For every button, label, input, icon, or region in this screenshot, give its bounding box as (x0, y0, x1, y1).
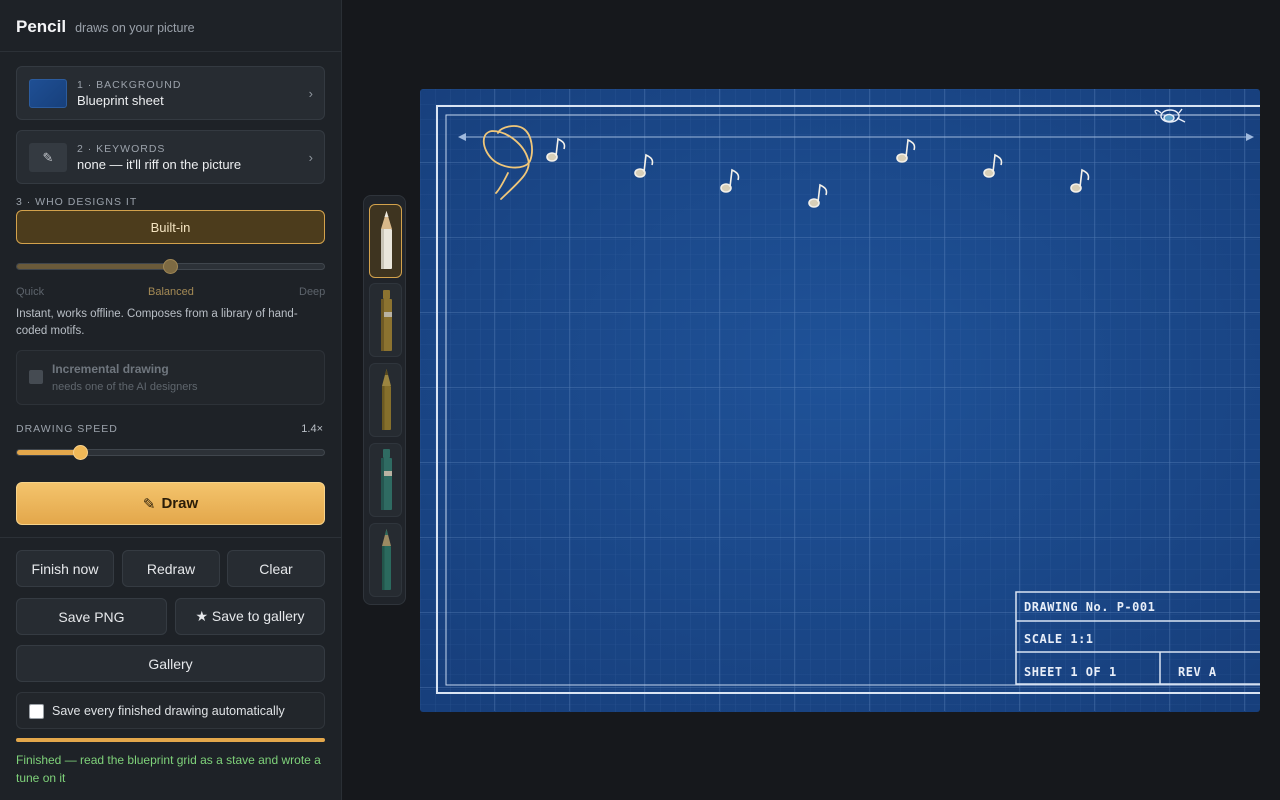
background-card[interactable]: 1 · BACKGROUND Blueprint sheet › (16, 66, 325, 120)
blueprint-thumbnail (29, 79, 67, 108)
scale-balanced-label: Balanced (148, 286, 194, 298)
save-to-gallery-button[interactable]: ★ Save to gallery (175, 598, 325, 635)
chevron-right-icon: › (308, 150, 313, 165)
speed-value: 1.4× (301, 423, 323, 435)
divider (0, 537, 341, 538)
title-block-drawing-no: DRAWING No. P-001 (1024, 600, 1155, 614)
sidebar: Pencil draws on your picture 1 · BACKGRO… (0, 0, 342, 800)
app-tagline: draws on your picture (75, 21, 195, 35)
speed-slider-fill (17, 450, 82, 455)
speed-slider-thumb[interactable] (73, 445, 89, 460)
pencil-icon: ✎ (29, 143, 67, 172)
depth-slider-thumb[interactable] (162, 259, 178, 274)
white-pencil-icon (381, 211, 392, 269)
gallery-button[interactable]: Gallery (16, 645, 325, 682)
chevron-right-icon: › (308, 86, 313, 101)
blueprint-sheet: DRAWING No. P-001 SCALE 1:1 SHEET 1 OF 1… (420, 89, 1260, 712)
keywords-value: none — it'll riff on the picture (77, 157, 242, 172)
app-name: Pencil (16, 17, 67, 36)
autosave-checkbox[interactable] (29, 704, 44, 719)
draw-button[interactable]: ✎ Draw (16, 482, 325, 525)
designer-section-label: 3 · WHO DESIGNS IT (16, 196, 138, 208)
divider (0, 51, 341, 52)
save-png-button[interactable]: Save PNG (16, 598, 167, 635)
background-step-label: 1 · BACKGROUND (77, 79, 182, 91)
pencil-tray (363, 195, 406, 605)
pencil-teal-marker[interactable] (369, 443, 402, 517)
depth-slider-fill (17, 264, 171, 269)
pencil-ochre-marker[interactable] (369, 283, 402, 357)
finish-now-button[interactable]: Finish now (16, 550, 114, 587)
designer-depth-slider[interactable] (16, 259, 325, 274)
redraw-button[interactable]: Redraw (122, 550, 220, 587)
teal-pencil-icon (382, 529, 391, 590)
keywords-step-label: 2 · KEYWORDS (77, 143, 166, 155)
pencil-icon: ✎ (142, 495, 156, 513)
drawing-canvas[interactable]: DRAWING No. P-001 SCALE 1:1 SHEET 1 OF 1… (420, 89, 1260, 712)
background-value: Blueprint sheet (77, 93, 164, 108)
incremental-subtitle: needs one of the AI designers (52, 381, 198, 393)
title-block-rev: REV A (1178, 665, 1217, 679)
incremental-drawing-option: Incremental drawing needs one of the AI … (16, 350, 325, 405)
keywords-card[interactable]: ✎ 2 · KEYWORDS none — it'll riff on the … (16, 130, 325, 184)
speed-label: DRAWING SPEED (16, 423, 118, 435)
designer-builtin-button[interactable]: Built-in (16, 210, 325, 244)
pencil-olive[interactable] (369, 363, 402, 437)
draw-button-label: Draw (161, 495, 199, 512)
clear-button[interactable]: Clear (227, 550, 325, 587)
speed-slider[interactable] (16, 445, 325, 460)
title-block-sheet: SHEET 1 OF 1 (1024, 665, 1117, 679)
pencil-teal[interactable] (369, 523, 402, 597)
scale-quick-label: Quick (16, 286, 45, 298)
pencil-white[interactable] (369, 204, 402, 278)
designer-description: Instant, works offline. Composes from a … (16, 308, 298, 337)
autosave-option[interactable]: Save every finished drawing automaticall… (16, 692, 325, 729)
title-block-scale: SCALE 1:1 (1024, 632, 1094, 646)
status-message: Finished — read the blueprint grid as a … (16, 753, 321, 785)
olive-pencil-icon (382, 369, 391, 430)
incremental-checkbox (29, 370, 43, 384)
brand: Pencil draws on your picture (16, 17, 195, 37)
autosave-label: Save every finished drawing automaticall… (52, 704, 285, 718)
ochre-marker-icon (381, 290, 392, 351)
progress-bar (16, 738, 325, 742)
scale-deep-label: Deep (299, 286, 326, 298)
teal-marker-icon (381, 449, 392, 510)
incremental-title: Incremental drawing (52, 362, 169, 376)
